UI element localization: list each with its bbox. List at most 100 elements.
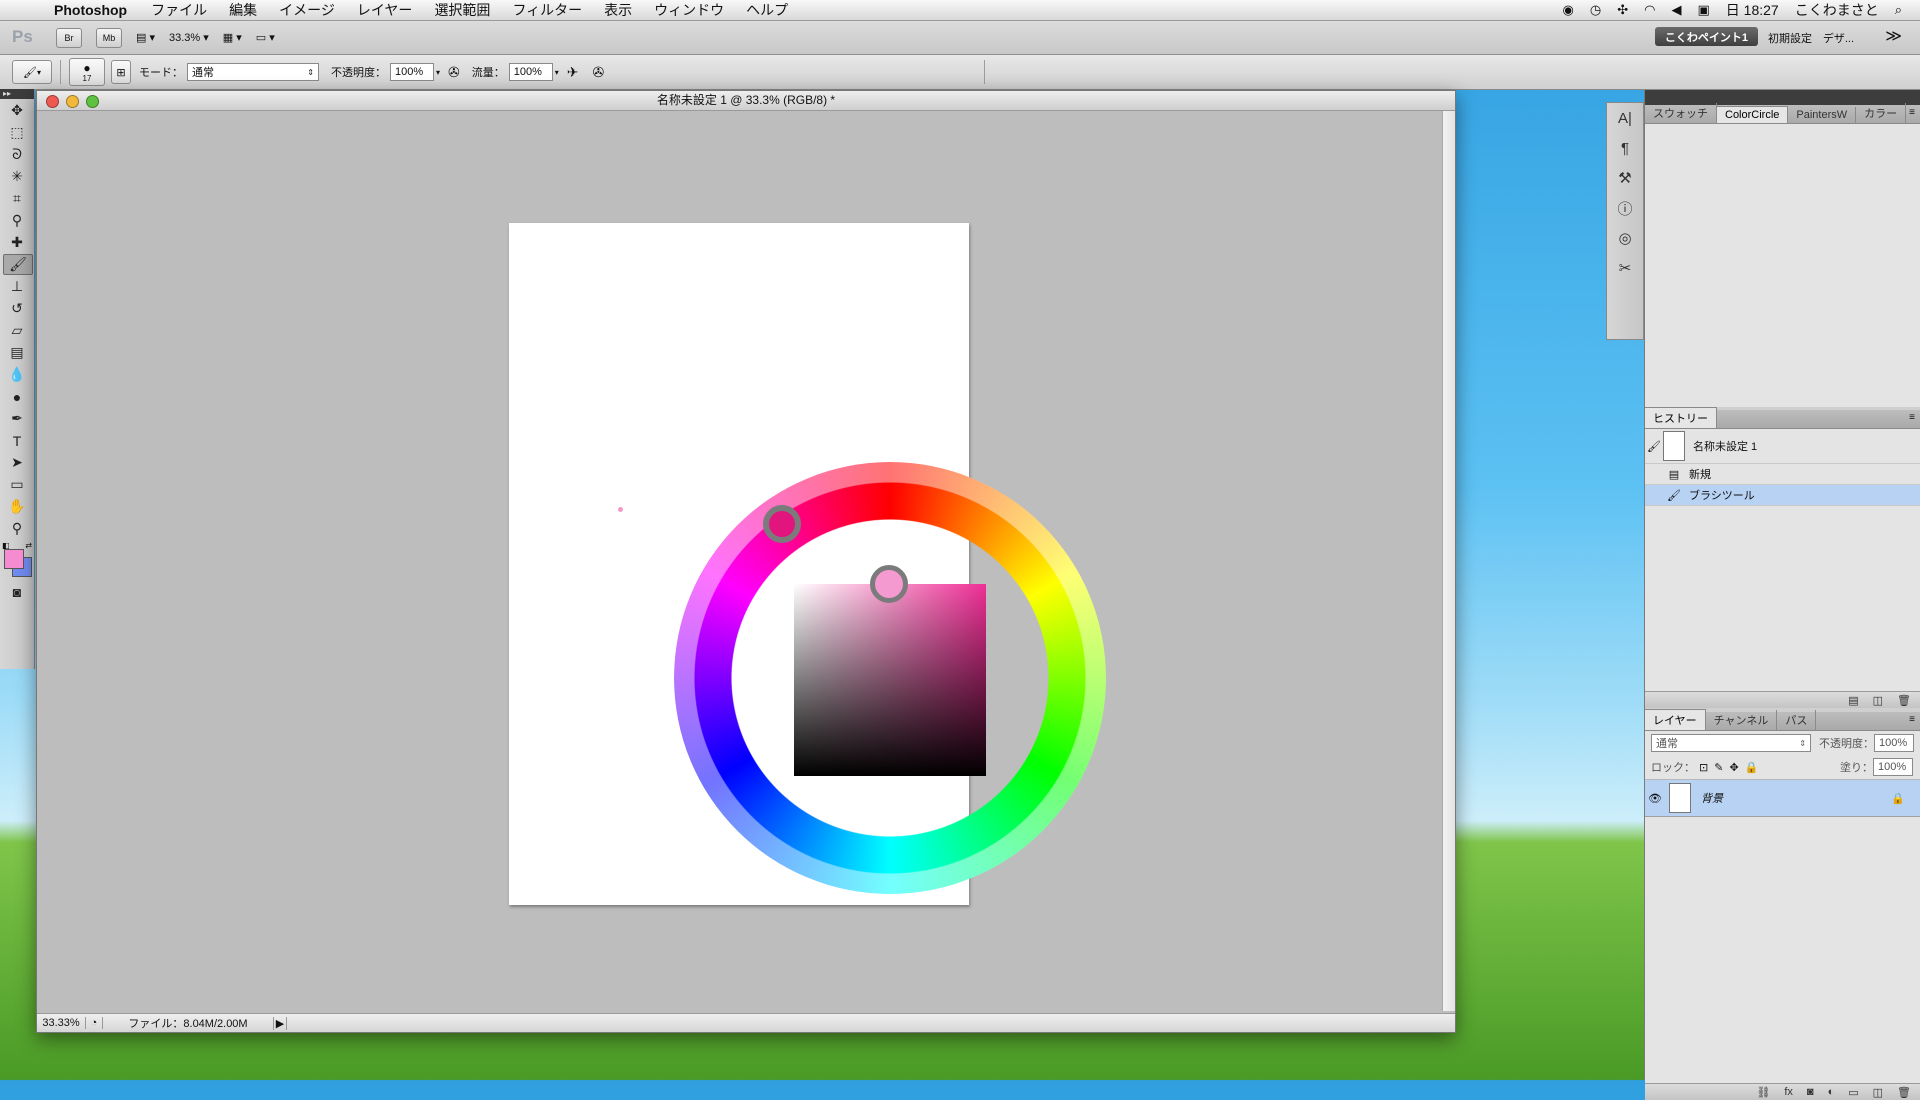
spotlight-search-icon[interactable]: ⌕ [1895, 2, 1902, 18]
workspace-more-button[interactable]: ≫ [1885, 26, 1902, 46]
tab-history[interactable]: ヒストリー [1645, 407, 1717, 428]
menu-file[interactable]: ファイル [151, 0, 207, 20]
document-title-bar[interactable]: 名称未設定 1 @ 33.3% (RGB/8) * [37, 91, 1455, 111]
swap-colors-icon[interactable]: ⇄ [25, 541, 32, 550]
link-layers-icon[interactable]: ⛓ [1756, 1086, 1770, 1099]
path-selection-tool-icon[interactable]: ➤ [3, 452, 31, 473]
volume-icon[interactable]: ◀ [1671, 2, 1681, 18]
workspace-initial-button[interactable]: 初期設定 [1768, 30, 1812, 46]
type-tool-icon[interactable]: T [3, 430, 31, 451]
fill-input[interactable]: 100% [1873, 758, 1913, 776]
history-item[interactable]: ▤ 新規 [1645, 464, 1920, 485]
history-brush-tool-icon[interactable]: ↺ [3, 298, 31, 319]
history-item[interactable]: 🖌 ブラシツール [1645, 485, 1920, 506]
info-panel-icon[interactable]: ⓘ [1607, 193, 1643, 223]
character-panel-icon[interactable]: A| [1607, 103, 1643, 133]
bluetooth-icon[interactable]: ✣ [1617, 2, 1628, 18]
new-group-icon[interactable]: ▭ [1848, 1086, 1858, 1099]
dodge-tool-icon[interactable]: ● [3, 386, 31, 407]
arrange-documents-dropdown[interactable]: ▦ ▾ [223, 31, 242, 44]
status-preview-icon[interactable]: ◔ [86, 1017, 103, 1029]
layer-row[interactable]: 👁 背景 🔒 [1645, 780, 1920, 817]
move-tool-icon[interactable]: ✥ [3, 100, 31, 121]
menu-select[interactable]: 選択範囲 [434, 0, 490, 20]
crop-tool-icon[interactable]: ⌗ [3, 188, 31, 209]
foreground-color-swatch[interactable] [4, 549, 24, 569]
delete-layer-icon[interactable]: 🗑 [1897, 1086, 1911, 1099]
panel-menu-icon[interactable]: ≡ [1909, 107, 1915, 118]
zoom-tool-icon[interactable]: ⚲ [3, 518, 31, 539]
blend-mode-select[interactable]: 通常 ⇕ [1651, 734, 1811, 752]
launch-minibridge-button[interactable]: Mb [96, 27, 122, 48]
tool-preset-picker[interactable]: 🖌 ▾ [12, 60, 52, 84]
color-circle-saturation-square[interactable] [794, 584, 986, 776]
lasso-tool-icon[interactable]: ᘐ [3, 144, 31, 165]
status-icon[interactable]: ◉ [1563, 2, 1574, 18]
hue-ring-handle[interactable] [763, 505, 801, 543]
status-menu-arrow-icon[interactable]: ▶ [273, 1016, 287, 1030]
mode-select[interactable]: 通常 ⇕ [187, 63, 319, 81]
panel-menu-icon[interactable]: ≡ [1909, 714, 1915, 725]
extension-panel-icon[interactable]: ✂ [1607, 253, 1643, 283]
workspace-design-button[interactable]: デザ... [1823, 30, 1854, 46]
marquee-tool-icon[interactable]: ⬚ [3, 122, 31, 143]
workspace-active-button[interactable]: こくわペイント1 [1654, 27, 1758, 46]
pen-tool-icon[interactable]: ✒ [3, 408, 31, 429]
flow-input[interactable]: 100% [508, 63, 553, 81]
input-method-icon[interactable]: ▣ [1697, 2, 1709, 18]
blur-tool-icon[interactable]: 💧 [3, 364, 31, 385]
minimize-window-icon[interactable] [66, 95, 79, 108]
tab-paths[interactable]: パス [1777, 710, 1817, 730]
brush-tool-icon[interactable]: 🖌 [3, 254, 33, 275]
menu-filter[interactable]: フィルター [512, 0, 582, 20]
paragraph-panel-icon[interactable]: ¶ [1607, 133, 1643, 163]
menu-app-name[interactable]: Photoshop [54, 2, 127, 18]
layer-name[interactable]: 背景 [1701, 790, 1723, 806]
menu-image[interactable]: イメージ [279, 0, 335, 20]
layer-mask-icon[interactable]: ◙ [1807, 1086, 1814, 1098]
pressure-opacity-icon[interactable]: ✇ [448, 64, 460, 81]
pressure-size-icon[interactable]: ✇ [593, 64, 605, 81]
vertical-scrollbar[interactable] [1442, 111, 1455, 1011]
layer-opacity-input[interactable]: 100% [1874, 734, 1914, 752]
opacity-input[interactable]: 100% [390, 63, 434, 81]
quick-selection-tool-icon[interactable]: ✳ [3, 166, 31, 187]
history-snapshot-row[interactable]: 🖌 名称未設定 1 [1645, 429, 1920, 464]
launch-bridge-button[interactable]: Br [56, 27, 82, 48]
zoom-window-icon[interactable] [86, 95, 99, 108]
opacity-slider-toggle-icon[interactable]: ▾ [436, 68, 440, 77]
kuler-panel-icon[interactable]: ◎ [1607, 223, 1643, 253]
adjustment-layer-icon[interactable]: ◐ [1828, 1086, 1835, 1098]
time-machine-icon[interactable]: ◷ [1590, 2, 1601, 18]
tools-panel-header[interactable]: ▸▸ [0, 89, 34, 99]
menu-help[interactable]: ヘルプ [746, 0, 788, 20]
panel-menu-icon[interactable]: ≡ [1909, 412, 1915, 423]
airbrush-icon[interactable]: ✈ [567, 64, 579, 81]
layer-visibility-eye-icon[interactable]: 👁 [1645, 792, 1665, 805]
hand-tool-icon[interactable]: ✋ [3, 496, 31, 517]
tab-painters-wheel[interactable]: PaintersW [1788, 107, 1857, 123]
clock[interactable]: 日 18:27 [1726, 0, 1779, 20]
tab-color[interactable]: カラー [1856, 103, 1907, 123]
eyedropper-tool-icon[interactable]: ⚲ [3, 210, 31, 231]
rectangle-tool-icon[interactable]: ▭ [3, 474, 31, 495]
wifi-icon[interactable]: ◠ [1644, 2, 1655, 18]
tab-channels[interactable]: チャンネル [1706, 710, 1778, 730]
menu-layer[interactable]: レイヤー [357, 0, 413, 20]
healing-brush-tool-icon[interactable]: ✚ [3, 232, 31, 253]
flow-slider-toggle-icon[interactable]: ▾ [555, 68, 559, 77]
menu-window[interactable]: ウィンドウ [654, 0, 724, 20]
close-window-icon[interactable] [46, 95, 59, 108]
lock-pixels-icon[interactable]: ✎ [1714, 761, 1723, 774]
quick-mask-icon[interactable]: ◙ [3, 581, 31, 602]
gradient-tool-icon[interactable]: ▤ [3, 342, 31, 363]
zoom-level-dropdown[interactable]: 33.3% ▾ [169, 31, 209, 44]
lock-position-icon[interactable]: ✥ [1729, 761, 1738, 774]
view-extras-dropdown[interactable]: ▤ ▾ [136, 31, 155, 44]
tool-presets-icon[interactable]: ⚒ [1607, 163, 1643, 193]
zoom-readout[interactable]: 33.33% [37, 1017, 86, 1029]
tab-colorcircle[interactable]: ColorCircle [1717, 106, 1789, 123]
lock-transparent-icon[interactable]: ⊡ [1699, 761, 1708, 774]
menu-edit[interactable]: 編集 [229, 0, 257, 20]
saturation-handle[interactable] [870, 565, 908, 603]
